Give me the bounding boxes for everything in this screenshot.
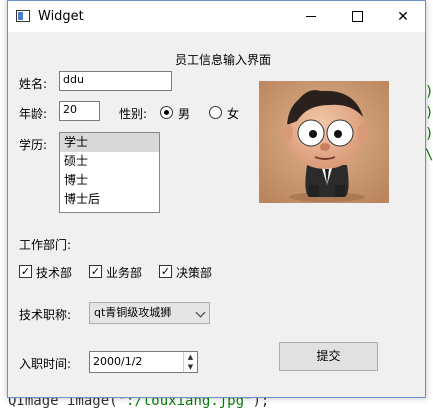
close-icon: ✕ xyxy=(397,8,409,25)
window-title: Widget xyxy=(38,9,84,24)
dept-business-label: 业务部 xyxy=(106,266,143,280)
age-label: 年龄: xyxy=(19,107,48,121)
list-item[interactable]: 学士 xyxy=(60,133,159,152)
code-fragment: \ xyxy=(425,147,433,163)
submit-button[interactable]: 提交 xyxy=(279,342,378,371)
form-heading: 员工信息输入界面 xyxy=(175,53,272,67)
minimize-icon xyxy=(306,16,316,17)
widget-window: Widget ✕ 员工信息输入界面 姓名: ddu 年龄: 20 性别: 男 女… xyxy=(7,0,426,398)
dept-decision-label: 决策部 xyxy=(176,266,213,280)
list-item[interactable]: 博士 xyxy=(60,171,159,190)
code-fragment: ) xyxy=(425,126,433,142)
spin-down-icon[interactable]: ▼ xyxy=(184,362,197,372)
title-bar[interactable]: Widget ✕ xyxy=(8,1,425,32)
avatar-photo xyxy=(259,81,389,203)
name-input[interactable]: ddu xyxy=(59,71,172,91)
date-spin-buttons: ▲ ▼ xyxy=(183,352,197,372)
department-label: 工作部门: xyxy=(19,238,72,252)
check-icon: ✓ xyxy=(90,265,101,278)
check-icon: ✓ xyxy=(160,265,171,278)
gender-label: 性别: xyxy=(119,107,148,121)
education-list[interactable]: 学士 硕士 博士 博士后 xyxy=(59,132,160,213)
close-button[interactable]: ✕ xyxy=(380,1,426,32)
cartoon-character-image xyxy=(259,81,389,203)
app-icon xyxy=(16,10,30,22)
join-date-label: 入职时间: xyxy=(19,357,72,371)
gender-female-label: 女 xyxy=(227,107,240,121)
list-item[interactable]: 博士后 xyxy=(60,190,159,209)
job-title-value: qt青铜级攻城狮 xyxy=(94,306,172,319)
maximize-button[interactable] xyxy=(334,1,380,32)
dept-business-checkbox[interactable]: ✓ xyxy=(89,265,102,278)
name-label: 姓名: xyxy=(19,77,48,91)
dept-tech-label: 技术部 xyxy=(36,266,73,280)
gender-male-radio[interactable] xyxy=(160,106,173,119)
job-title-label: 技术职称: xyxy=(19,308,72,322)
minimize-button[interactable] xyxy=(288,1,334,32)
check-icon: ✓ xyxy=(20,265,31,278)
job-title-select[interactable]: qt青铜级攻城狮 xyxy=(89,302,210,324)
chevron-down-icon xyxy=(195,307,206,318)
list-item[interactable]: 硕士 xyxy=(60,152,159,171)
join-date-input[interactable]: 2000/1/2 ▲ ▼ xyxy=(89,351,198,373)
code-fragment: ) xyxy=(425,105,433,121)
age-input[interactable]: 20 xyxy=(59,101,100,121)
gender-female-radio[interactable] xyxy=(209,106,222,119)
education-label: 学历: xyxy=(19,138,48,152)
maximize-icon xyxy=(351,11,363,22)
join-date-value: 2000/1/2 xyxy=(93,355,143,368)
dept-decision-checkbox[interactable]: ✓ xyxy=(159,265,172,278)
dept-tech-checkbox[interactable]: ✓ xyxy=(19,265,32,278)
code-fragment: ) xyxy=(425,84,433,100)
gender-male-label: 男 xyxy=(178,107,191,121)
